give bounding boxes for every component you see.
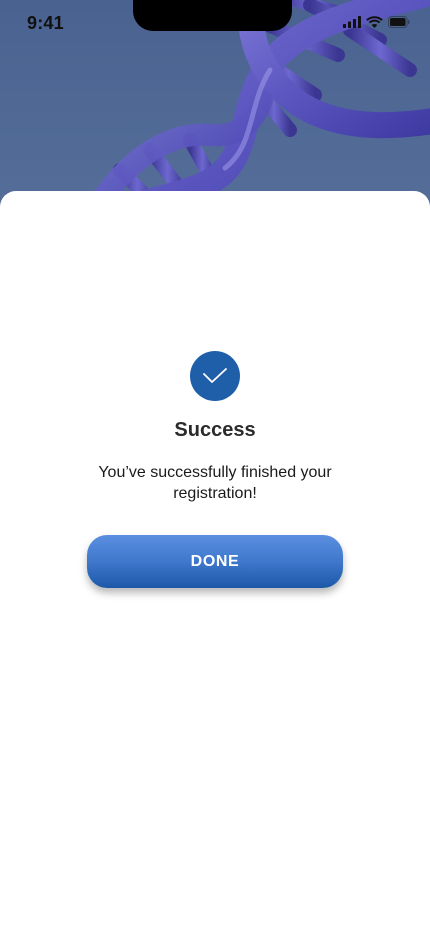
check-icon xyxy=(203,368,227,383)
cellular-signal-icon xyxy=(343,16,361,28)
success-badge xyxy=(190,351,240,401)
status-icons xyxy=(343,16,410,28)
success-screen: 9:41 Success You’ve successfully finishe… xyxy=(0,0,430,932)
wifi-icon xyxy=(366,16,383,28)
done-button[interactable]: DONE xyxy=(87,535,343,588)
success-message: You’ve successfully finished your regist… xyxy=(98,464,332,502)
status-time: 9:41 xyxy=(27,13,64,33)
device-notch xyxy=(133,0,292,31)
done-button-label: DONE xyxy=(190,552,240,570)
status-bar: 9:41 xyxy=(0,0,430,48)
success-sheet: Success You’ve successfully finished you… xyxy=(0,191,430,932)
battery-icon xyxy=(388,16,410,28)
success-title: Success xyxy=(174,419,256,441)
